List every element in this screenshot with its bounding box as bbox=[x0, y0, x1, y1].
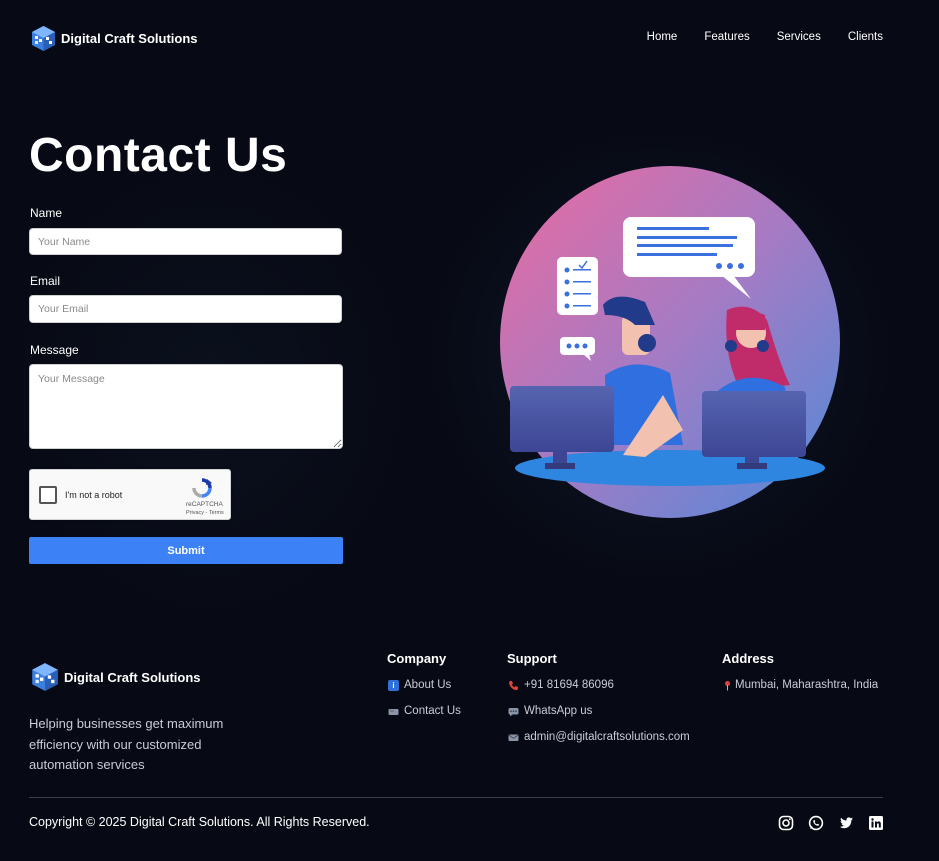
footer-link-contact[interactable]: Contact Us bbox=[388, 705, 461, 717]
email-label: Email bbox=[30, 274, 61, 288]
footer-address: Mumbai, Maharashtra, India bbox=[722, 679, 878, 691]
footer-link-email-label: admin@digitalcraftsolutions.com bbox=[524, 731, 690, 743]
nav-clients[interactable]: Clients bbox=[848, 31, 883, 43]
footer-link-whatsapp-label: WhatsApp us bbox=[524, 705, 593, 717]
pin-icon bbox=[725, 680, 730, 690]
email-input[interactable] bbox=[29, 295, 342, 323]
footer-brand[interactable]: Digital Craft Solutions bbox=[30, 662, 201, 692]
copyright-text: Copyright © 2025 Digital Craft Solutions… bbox=[29, 815, 370, 829]
nav-features[interactable]: Features bbox=[704, 31, 749, 43]
main-nav: Home Features Services Clients bbox=[647, 31, 883, 43]
footer-link-whatsapp[interactable]: WhatsApp us bbox=[508, 705, 592, 717]
linkedin-icon[interactable] bbox=[868, 815, 884, 831]
nav-services[interactable]: Services bbox=[777, 31, 821, 43]
footer-address-text: Mumbai, Maharashtra, India bbox=[735, 679, 879, 691]
page-title: Contact Us bbox=[29, 129, 288, 182]
cube-logo-icon bbox=[32, 26, 55, 51]
footer-link-email[interactable]: admin@digitalcraftsolutions.com bbox=[508, 731, 690, 743]
footer-link-phone-label: +91 81694 86096 bbox=[524, 679, 614, 691]
address-heading: Address bbox=[722, 651, 775, 666]
recaptcha-label: I'm not a robot bbox=[65, 490, 123, 500]
message-textarea[interactable] bbox=[29, 364, 343, 449]
company-heading: Company bbox=[387, 651, 447, 666]
info-icon: i bbox=[388, 679, 399, 691]
recaptcha-widget: I'm not a robot reCAPTCHA Privacy - Term… bbox=[29, 469, 231, 520]
footer-brand-name: Digital Craft Solutions bbox=[64, 669, 201, 685]
footer-link-about-label: About Us bbox=[404, 679, 452, 691]
recaptcha-checkbox[interactable] bbox=[39, 486, 57, 504]
recaptcha-icon bbox=[192, 478, 212, 498]
footer-link-about[interactable]: i About Us bbox=[388, 679, 451, 691]
whatsapp-icon[interactable] bbox=[808, 815, 824, 831]
phone-icon bbox=[509, 680, 518, 690]
social-links bbox=[778, 815, 884, 831]
cube-logo-icon bbox=[32, 663, 58, 691]
name-input[interactable] bbox=[29, 228, 342, 255]
support-heading: Support bbox=[507, 651, 557, 666]
chat-icon bbox=[508, 707, 519, 716]
footer-description: Helping businesses get maximum efficienc… bbox=[29, 716, 224, 772]
recaptcha-links[interactable]: Privacy - Terms bbox=[186, 510, 224, 516]
envelope-icon bbox=[508, 734, 519, 741]
twitter-icon[interactable] bbox=[838, 815, 854, 831]
nav-home[interactable]: Home bbox=[647, 31, 678, 43]
brand-name: Digital Craft Solutions bbox=[61, 31, 198, 46]
support-agents-illustration bbox=[500, 166, 840, 518]
recaptcha-brand: reCAPTCHA bbox=[186, 501, 223, 508]
mailbox-icon bbox=[388, 708, 399, 715]
footer-divider bbox=[29, 797, 883, 798]
footer-link-contact-label: Contact Us bbox=[404, 705, 461, 717]
brand-logo[interactable]: Digital Craft Solutions bbox=[30, 25, 198, 52]
footer-link-phone[interactable]: +91 81694 86096 bbox=[508, 679, 614, 691]
site-header: Digital Craft Solutions Home Features Se… bbox=[0, 0, 939, 78]
message-label: Message bbox=[30, 343, 79, 357]
submit-button[interactable]: Submit bbox=[29, 537, 343, 564]
name-label: Name bbox=[30, 206, 63, 220]
instagram-icon[interactable] bbox=[778, 815, 794, 831]
